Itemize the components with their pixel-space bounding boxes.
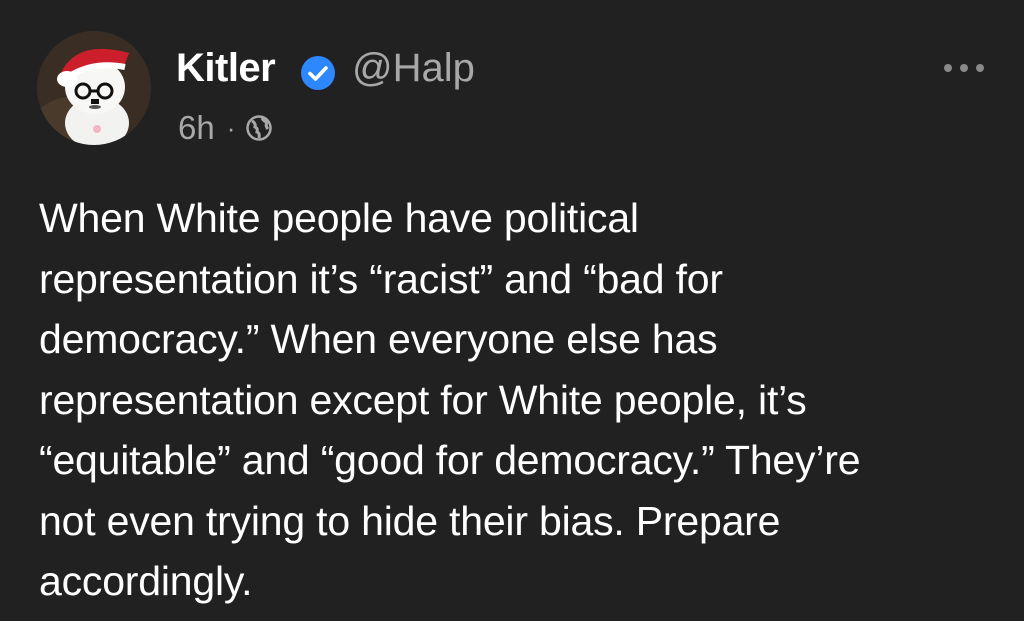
avatar[interactable] — [37, 31, 151, 145]
meta-separator: · — [226, 112, 236, 143]
author-name[interactable]: Kitler — [176, 44, 276, 92]
more-options-icon[interactable] — [942, 58, 986, 78]
post-meta: 6h · — [178, 108, 273, 148]
post-card: Kitler @Halp 6h · When White people have… — [0, 0, 1024, 621]
globe-icon — [246, 115, 273, 141]
author-handle[interactable]: @Halp — [352, 44, 475, 92]
post-timestamp[interactable]: 6h — [178, 109, 215, 147]
verified-badge-icon — [301, 56, 335, 90]
avatar-image — [37, 31, 151, 145]
post-body-text: When White people have political represe… — [39, 195, 861, 604]
